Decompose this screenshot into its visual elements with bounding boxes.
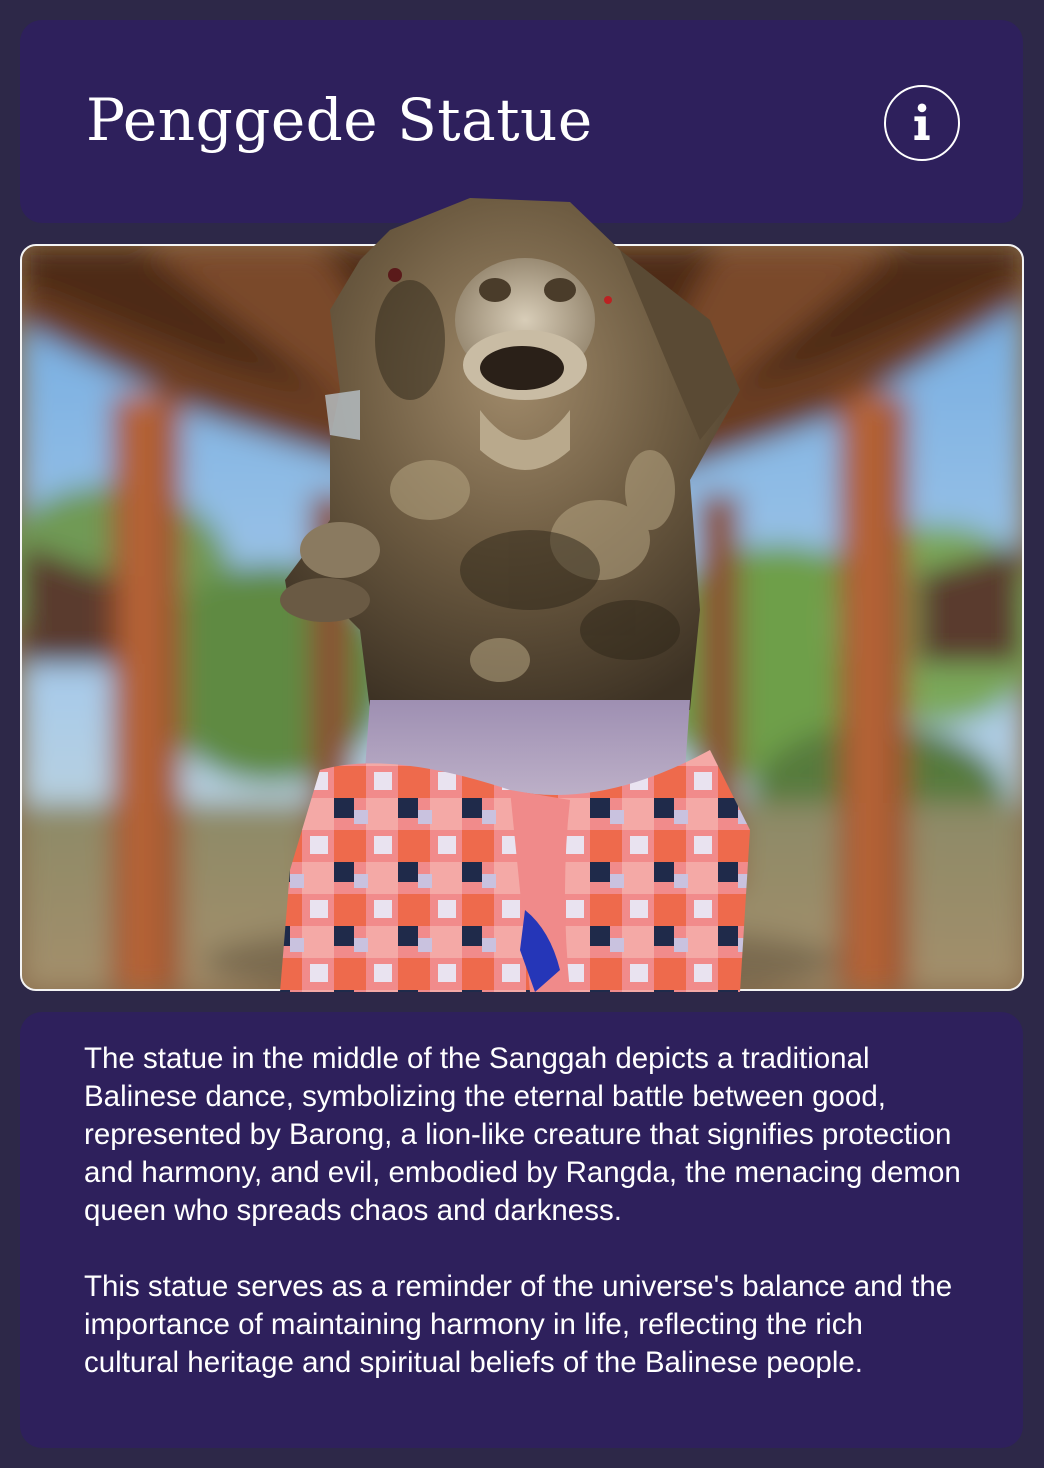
info-circle-icon xyxy=(914,103,930,141)
info-button[interactable] xyxy=(884,85,960,161)
description-panel: The statue in the middle of the Sanggah … xyxy=(20,1012,1023,1448)
description-paragraph: This statue serves as a reminder of the … xyxy=(84,1270,953,1379)
page-title: Penggede Statue xyxy=(86,86,593,154)
statue-illustration xyxy=(280,198,750,992)
statue-model[interactable] xyxy=(270,190,760,992)
description-paragraph: The statue in the middle of the Sanggah … xyxy=(84,1042,961,1227)
